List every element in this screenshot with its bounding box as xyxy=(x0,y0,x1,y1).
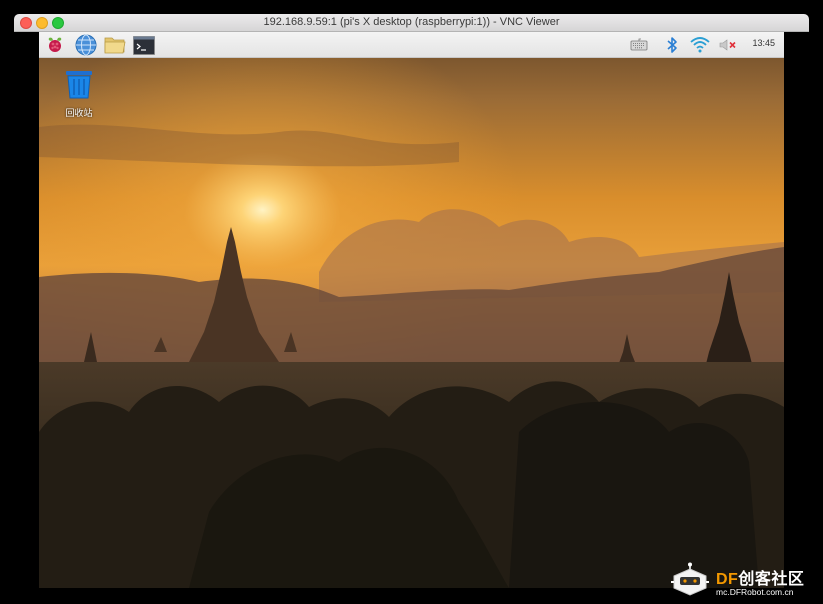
wallpaper-image xyxy=(39,32,784,588)
taskbar-panel: 13:45 xyxy=(39,32,784,58)
window-titlebar[interactable]: 192.168.9.59:1 (pi's X desktop (raspberr… xyxy=(14,14,809,32)
bluetooth-icon[interactable] xyxy=(662,35,682,54)
dfrobot-watermark: DF创客社区 mc.DFRobot.com.cn xyxy=(668,560,813,598)
file-manager-icon[interactable] xyxy=(104,34,126,56)
raspberry-menu-icon[interactable] xyxy=(44,34,66,56)
desktop-trash[interactable]: 回收站 xyxy=(59,68,99,119)
wifi-icon[interactable] xyxy=(690,35,710,54)
terminal-icon[interactable] xyxy=(133,34,155,56)
window-title: 192.168.9.59:1 (pi's X desktop (raspberr… xyxy=(263,16,560,28)
keyboard-icon[interactable] xyxy=(629,35,649,54)
trash-can-icon xyxy=(66,71,92,99)
remote-desktop[interactable]: 13:45 回收站 xyxy=(39,32,784,588)
robot-logo-icon xyxy=(671,562,709,596)
watermark-url: mc.DFRobot.com.cn xyxy=(716,587,794,597)
watermark-brand: DF创客社区 xyxy=(716,571,805,588)
trash-label: 回收站 xyxy=(65,108,93,118)
panel-clock[interactable]: 13:45 xyxy=(752,38,775,48)
web-browser-icon[interactable] xyxy=(75,34,97,56)
volume-muted-icon[interactable] xyxy=(718,35,738,54)
